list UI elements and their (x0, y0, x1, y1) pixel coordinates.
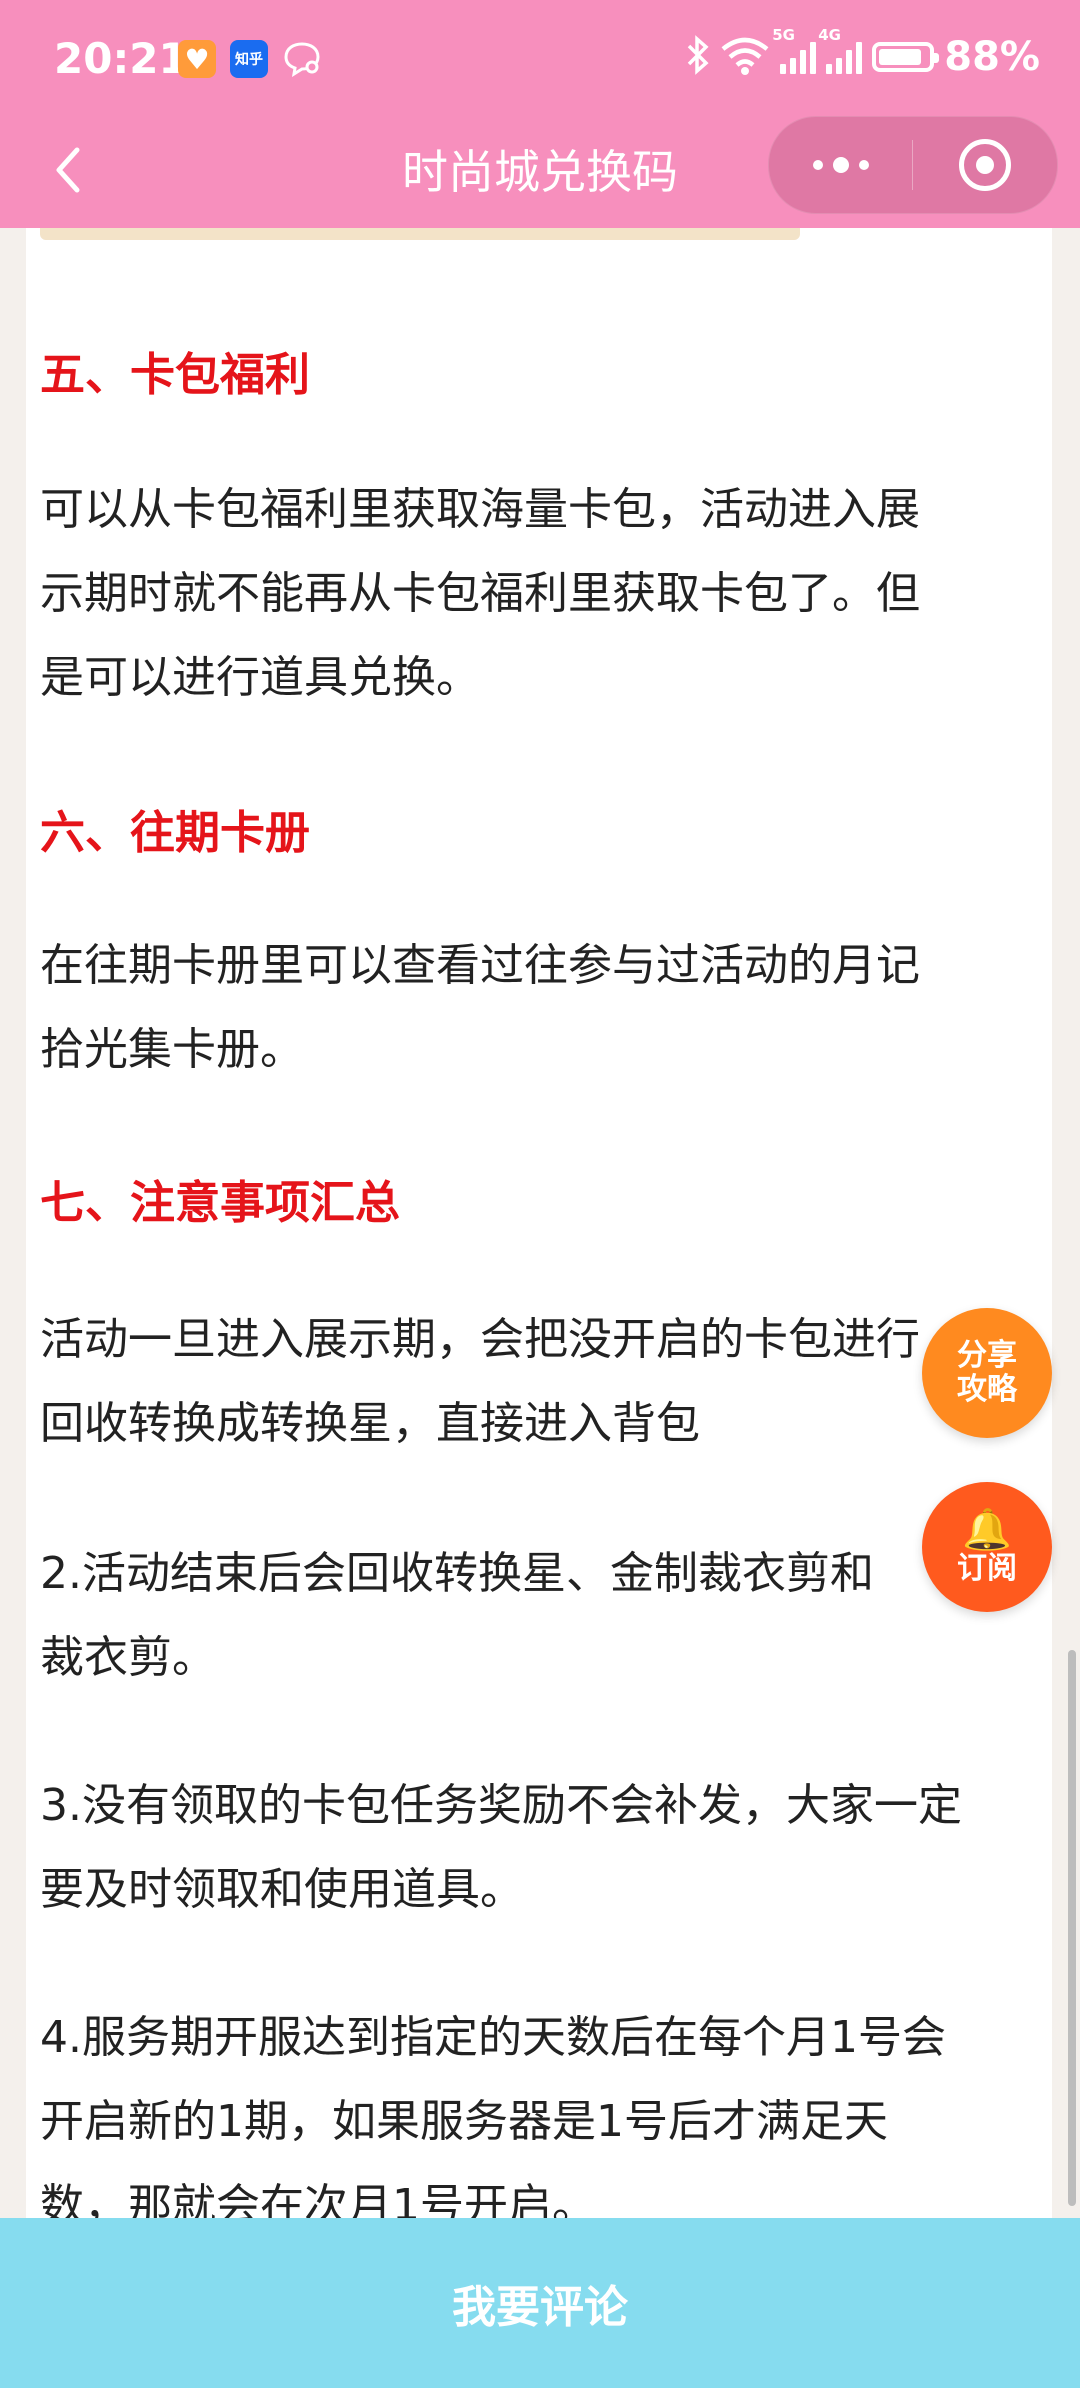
status-bar: 20:21 ♥ 知乎 5G 4G 88% (0, 0, 1080, 120)
text-line: 拾光集卡册。 (40, 1024, 304, 1075)
section-paragraph: 4.服务期开服达到指定的天数后在每个月1号会 开启新的1期，如果服务器是1号后才… (40, 1996, 1040, 2218)
text-line: 可以从卡包福利里获取海量卡包，活动进入展 (40, 484, 920, 535)
article-card: 五、卡包福利 可以从卡包福利里获取海量卡包，活动进入展 示期时就不能再从卡包福利… (26, 228, 1052, 2218)
comment-bar[interactable]: 我要评论 (0, 2218, 1080, 2388)
wifi-icon (720, 35, 770, 79)
section-heading: 五、卡包福利 (40, 348, 311, 401)
comment-button-label: 我要评论 (452, 2282, 628, 2333)
status-time: 20:21 (54, 34, 188, 83)
more-dots-icon[interactable] (769, 117, 912, 213)
nav-bar: 时尚城兑换码 (0, 116, 1080, 228)
subscribe-label: 订阅 (957, 1551, 1017, 1586)
section-paragraph: 在往期卡册里可以查看过往参与过活动的月记 拾光集卡册。 (40, 924, 1040, 1092)
text-line: 是可以进行道具兑换。 (40, 652, 480, 703)
text-line: 在往期卡册里可以查看过往参与过活动的月记 (40, 940, 920, 991)
section-heading: 七、注意事项汇总 (40, 1176, 401, 1229)
image-bottom-edge (40, 228, 800, 240)
text-line: 3.没有领取的卡包任务奖励不会补发，大家一定 (40, 1780, 962, 1831)
share-label-line2: 攻略 (957, 1372, 1017, 1407)
text-line: 2.活动结束后会回收转换星、金制裁衣剪和 (40, 1548, 874, 1599)
text-line: 4.服务期开服达到指定的天数后在每个月1号会 (40, 2012, 946, 2063)
top-bar: 20:21 ♥ 知乎 5G 4G 88% 时尚城兑换码 (0, 0, 1080, 228)
text-line: 数，那就会在次月1号开启。 (40, 2180, 596, 2218)
scrollbar[interactable] (1068, 1650, 1076, 2206)
text-line: 回收转换成转换星，直接进入背包 (40, 1398, 700, 1449)
section-paragraph: 可以从卡包福利里获取海量卡包，活动进入展 示期时就不能再从卡包福利里获取卡包了。… (40, 468, 1040, 720)
signal-icon-4g: 4G (818, 26, 863, 74)
section-heading: 六、往期卡册 (40, 806, 311, 859)
section-paragraph: 活动一旦进入展示期，会把没开启的卡包进行 回收转换成转换星，直接进入背包 (40, 1298, 1040, 1466)
text-line: 要及时领取和使用道具。 (40, 1864, 524, 1915)
signal-icon-5g: 5G (772, 26, 817, 74)
share-label-line1: 分享 (957, 1338, 1017, 1373)
zhihu-icon: 知乎 (230, 40, 268, 78)
health-heart-icon: ♥ (178, 40, 216, 78)
battery-icon (872, 42, 940, 72)
subscribe-button[interactable]: 🔔 订阅 (922, 1482, 1052, 1612)
chat-bubble-icon (280, 40, 324, 78)
status-icons: 5G 4G 88% (686, 26, 1040, 84)
text-line: 示期时就不能再从卡包福利里获取卡包了。但 (40, 568, 920, 619)
bell-icon: 🔔 (962, 1507, 1012, 1553)
text-line: 活动一旦进入展示期，会把没开启的卡包进行 (40, 1314, 920, 1365)
text-line: 开启新的1期，如果服务器是1号后才满足天 (40, 2096, 888, 2147)
close-target-icon[interactable] (913, 139, 1057, 191)
miniprogram-capsule (768, 116, 1058, 214)
text-line: 裁衣剪。 (40, 1632, 216, 1683)
section-paragraph: 2.活动结束后会回收转换星、金制裁衣剪和 裁衣剪。 (40, 1532, 1040, 1700)
share-guide-button[interactable]: 分享 攻略 (922, 1308, 1052, 1438)
battery-percent: 88% (944, 34, 1040, 80)
bluetooth-icon (686, 35, 710, 79)
section-paragraph: 3.没有领取的卡包任务奖励不会补发，大家一定 要及时领取和使用道具。 (40, 1764, 1040, 1932)
